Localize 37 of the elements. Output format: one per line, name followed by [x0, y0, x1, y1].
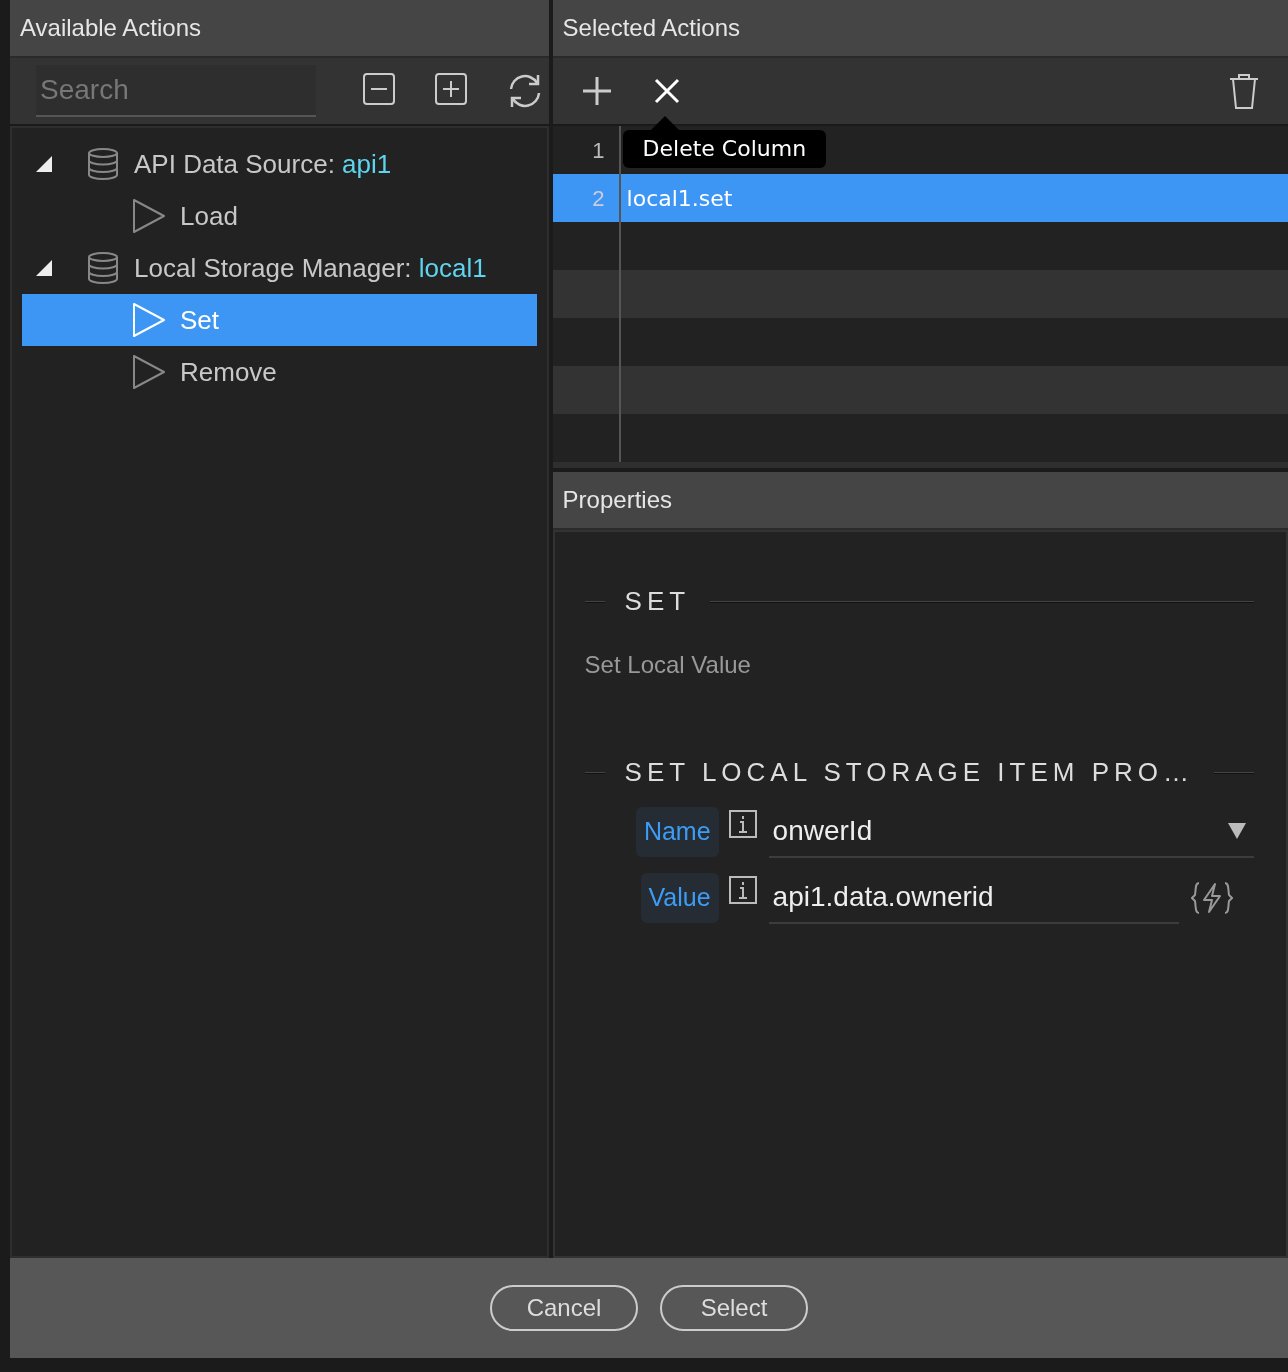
field-label: Name [635, 807, 719, 857]
trash-icon[interactable] [1228, 72, 1260, 110]
expander-icon[interactable] [36, 260, 52, 276]
info-icon[interactable] [728, 876, 757, 904]
dropdown-arrow-icon [1228, 823, 1246, 839]
dialog-button[interactable]: Cancel [490, 1285, 638, 1331]
panel-title: Properties [552, 472, 1288, 530]
tree-label: API Data Source: api1 [134, 147, 392, 181]
play-icon [132, 198, 166, 234]
panel-title: Selected Actions [552, 0, 1288, 58]
expander-icon[interactable] [36, 156, 52, 172]
tree-item[interactable]: Load [22, 190, 537, 242]
panel-title: Available Actions [10, 0, 549, 58]
dropdown-field[interactable]: onwerId [768, 806, 1254, 858]
dialog-button[interactable]: Select [660, 1285, 808, 1331]
input-field[interactable]: api1.data.ownerid [768, 872, 1179, 924]
database-icon [86, 147, 120, 181]
row-number: 2 [592, 184, 605, 213]
tree-item[interactable]: Remove [22, 346, 537, 398]
action-text: local1.set [625, 184, 733, 213]
database-icon [86, 251, 120, 285]
tree-item[interactable]: API Data Source: api1 [22, 138, 537, 190]
field-label: Value [640, 873, 719, 923]
play-icon [132, 302, 166, 338]
add-icon[interactable] [580, 75, 613, 107]
close-icon[interactable] [652, 77, 681, 105]
play-icon [132, 354, 166, 390]
tooltip-arrow-icon [650, 116, 679, 130]
tree-item[interactable]: Local Storage Manager: local1 [22, 242, 537, 294]
tree-label: Local Storage Manager: local1 [134, 251, 487, 285]
info-icon[interactable] [728, 810, 757, 838]
lightning-icon[interactable] [1190, 881, 1233, 915]
section-heading: SET LOCAL STORAGE ITEM PRO… [624, 756, 1194, 789]
section-description: Set Local Value [584, 650, 752, 680]
section-heading: SET [624, 585, 691, 618]
search-field[interactable]: Search [36, 65, 316, 117]
row-number: 1 [592, 136, 605, 165]
